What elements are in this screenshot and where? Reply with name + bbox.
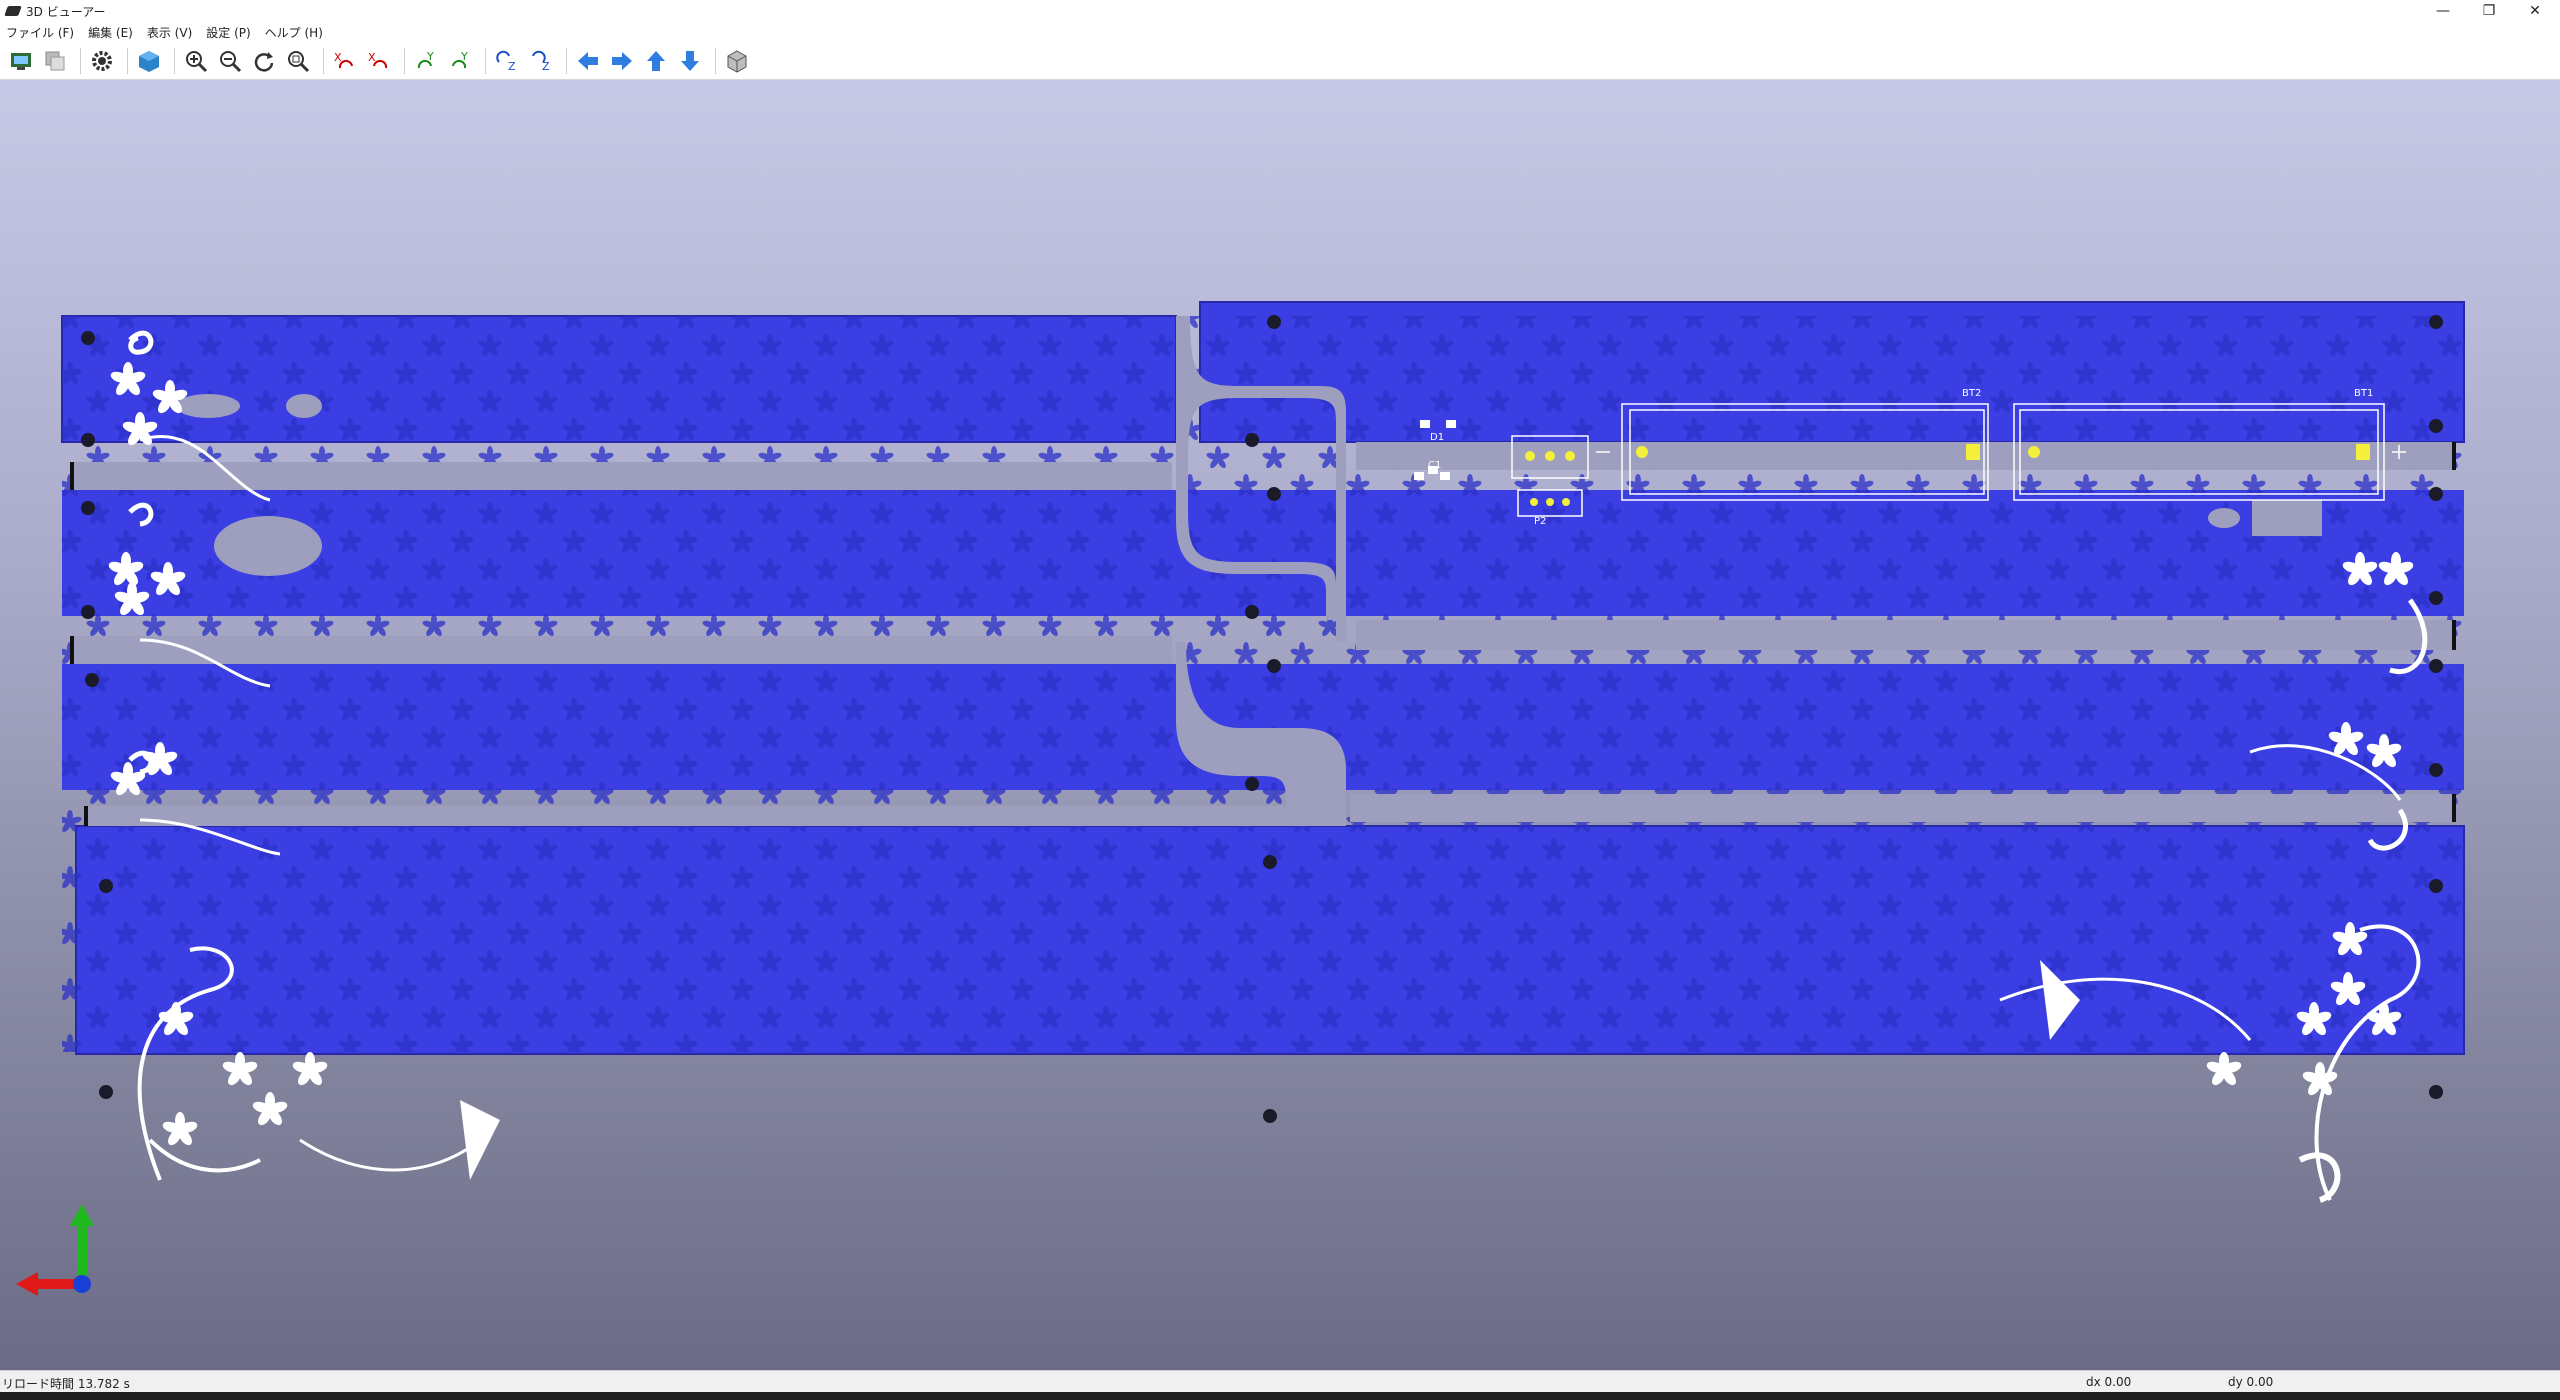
label-bt2: BT2: [1962, 388, 1981, 399]
label-bt1: BT1: [2354, 388, 2373, 399]
dx-readout: dx 0.00: [2086, 1375, 2132, 1389]
rotate-z-cw-icon[interactable]: Z: [492, 46, 522, 76]
raytracing-icon[interactable]: [134, 46, 164, 76]
pan-right-icon[interactable]: [607, 46, 637, 76]
rotate-z-ccw-icon[interactable]: Z: [526, 46, 556, 76]
separator: [404, 47, 405, 74]
render-icon[interactable]: [6, 46, 36, 76]
rotate-x-cw-icon[interactable]: X: [330, 46, 360, 76]
separator: [715, 47, 716, 74]
orthographic-icon[interactable]: [722, 46, 752, 76]
redraw-icon[interactable]: [249, 46, 279, 76]
close-button[interactable]: ✕: [2512, 0, 2558, 22]
minimize-button[interactable]: —: [2420, 0, 2466, 22]
pan-left-icon[interactable]: [573, 46, 603, 76]
zoom-in-icon[interactable]: [181, 46, 211, 76]
svg-text:X: X: [334, 51, 342, 64]
menu-view[interactable]: 表示 (V): [147, 24, 192, 41]
pan-down-icon[interactable]: [675, 46, 705, 76]
label-p2: P2: [1534, 516, 1546, 527]
dy-readout: dy 0.00: [2228, 1375, 2274, 1389]
zoom-fit-icon[interactable]: [283, 46, 313, 76]
rotate-y-cw-icon[interactable]: Y: [411, 46, 441, 76]
menu-help[interactable]: ヘルプ (H): [265, 24, 323, 41]
status-bar: リロード時間 13.782 s dx 0.00 dy 0.00: [0, 1370, 2560, 1392]
rotate-x-ccw-icon[interactable]: X: [364, 46, 394, 76]
separator: [323, 47, 324, 74]
maximize-button[interactable]: ❐: [2466, 0, 2512, 22]
axis-gizmo: [16, 1204, 94, 1296]
menu-preferences[interactable]: 設定 (P): [206, 24, 250, 41]
menu-bar: ファイル (F) 編集 (E) 表示 (V) 設定 (P) ヘルプ (H): [0, 22, 2560, 42]
separator: [174, 47, 175, 74]
taskbar-edge: [0, 1392, 2560, 1400]
menu-edit[interactable]: 編集 (E): [88, 24, 133, 41]
zoom-out-icon[interactable]: [215, 46, 245, 76]
pan-up-icon[interactable]: [641, 46, 671, 76]
preferences-icon[interactable]: [87, 46, 117, 76]
window-title: 3D ビューアー: [26, 4, 106, 19]
pcb-board: [61, 301, 2465, 1055]
board-render: BT2 BT1 C1 D1 P2: [16, 301, 2465, 1296]
separator: [80, 47, 81, 74]
separator: [127, 47, 128, 74]
svg-text:X: X: [368, 51, 376, 64]
menu-file[interactable]: ファイル (F): [6, 24, 74, 41]
toolbar: X X Y Y Z Z: [0, 42, 2560, 80]
rotate-y-ccw-icon[interactable]: Y: [445, 46, 475, 76]
separator: [566, 47, 567, 74]
3d-viewport[interactable]: BT2 BT1 C1 D1 P2: [0, 80, 2560, 1370]
separator: [485, 47, 486, 74]
reload-time-text: リロード時間 13.782 s: [2, 1377, 130, 1391]
label-c1: C1: [1428, 460, 1441, 471]
svg-text:Z: Z: [508, 60, 516, 73]
title-bar: 3D ビューアー — ❐ ✕: [0, 0, 2560, 22]
app-icon: [4, 6, 22, 16]
label-d1: D1: [1430, 432, 1444, 443]
copy-image-icon[interactable]: [40, 46, 70, 76]
